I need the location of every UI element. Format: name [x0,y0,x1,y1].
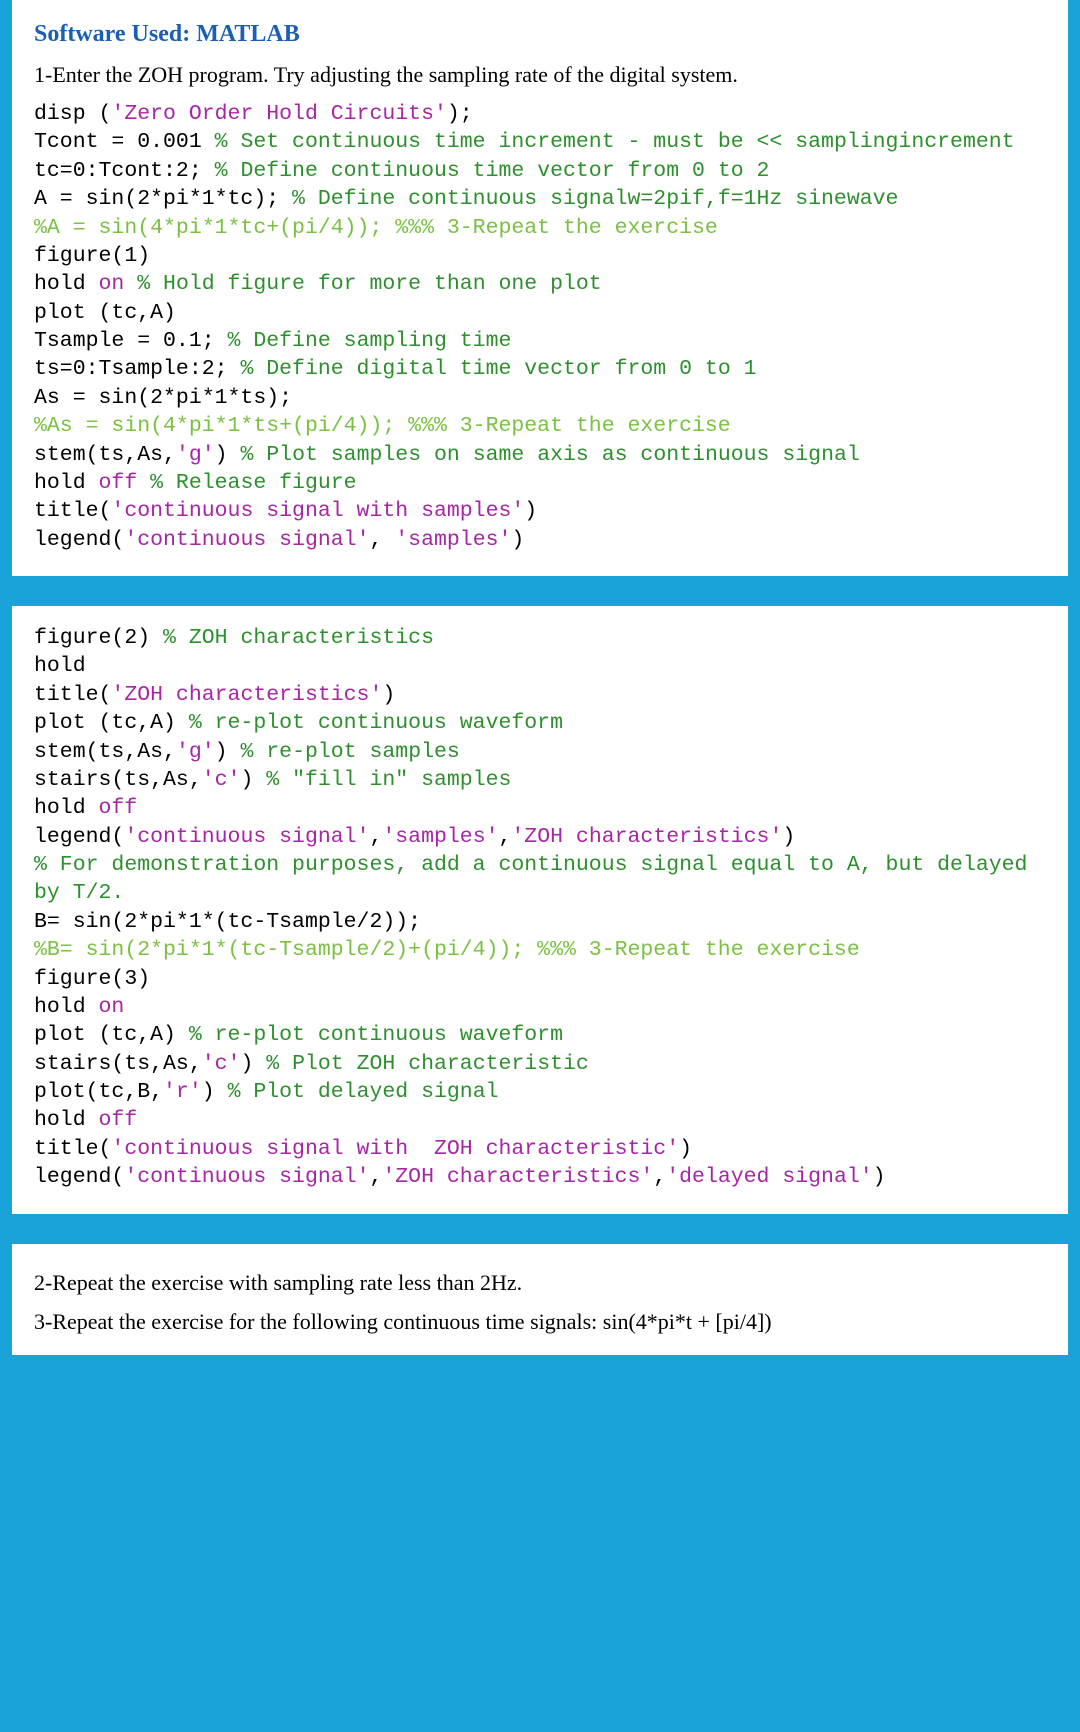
code-token: ) [524,499,537,523]
code-keyword: off [99,1108,138,1132]
code-token: hold [34,995,99,1019]
code-token: plot (tc,A) [34,1023,189,1047]
code-token: disp ( [34,102,111,126]
code-token: hold [34,796,99,820]
code-string: 'r' [163,1080,202,1104]
code-string: 'continuous signal' [124,1165,369,1189]
code-token: ) [240,1052,266,1076]
code-token: stairs(ts,As, [34,768,202,792]
code-token: ) [679,1137,692,1161]
code-string: 'Zero Order Hold Circuits' [111,102,446,126]
code-token: hold [34,471,99,495]
code-token: ) [202,1080,228,1104]
panel-questions: 2-Repeat the exercise with sampling rate… [12,1244,1068,1355]
code-token: stairs(ts,As, [34,1052,202,1076]
code-string: 'g' [176,740,215,764]
question-2: 2-Repeat the exercise with sampling rate… [34,1268,1046,1298]
code-string: 'delayed signal' [666,1165,872,1189]
code-comment: % Plot samples on same axis as continuou… [240,443,859,467]
code-string: 'continuous signal with ZOH characterist… [111,1137,679,1161]
code-comment: % Hold figure for more than one plot [137,272,601,296]
heading-software-used: Software Used: MATLAB [34,18,1046,50]
code-token: plot (tc,A) [34,711,189,735]
code-token: B= sin(2*pi*1*(tc-Tsample/2)); [34,910,421,934]
code-string: 'ZOH characteristics' [511,825,782,849]
code-token: plot(tc,B, [34,1080,163,1104]
code-keyword: on [99,272,138,296]
code-comment: % For demonstration purposes, add a cont… [34,853,1040,905]
code-keyword: off [99,471,151,495]
code-token: tc=0:Tcont:2; [34,159,215,183]
panel-code-2: figure(2) % ZOH characteristics hold tit… [12,606,1068,1214]
code-token: ) [511,528,524,552]
code-token: title( [34,1137,111,1161]
code-token: ); [447,102,473,126]
code-token: legend( [34,528,124,552]
code-token: stem(ts,As, [34,443,176,467]
code-comment: % Define continuous signalw=2pif,f=1Hz s… [292,187,898,211]
code-token: ) [382,683,395,707]
code-token: hold [34,654,86,678]
code-token: stem(ts,As, [34,740,176,764]
code-comment-alt: %A = sin(4*pi*1*tc+(pi/4)); %%% 3-Repeat… [34,216,718,240]
code-string: 'g' [176,443,215,467]
code-token: , [369,1165,382,1189]
code-comment: % Define digital time vector from 0 to 1 [240,357,756,381]
panel-intro: Software Used: MATLAB 1-Enter the ZOH pr… [12,0,1068,576]
code-comment: % "fill in" samples [266,768,511,792]
code-token: Tcont = 0.001 [34,130,215,154]
code-token: plot (tc,A) [34,301,176,325]
instruction-1: 1-Enter the ZOH program. Try adjusting t… [34,60,1046,90]
code-string: 'ZOH characteristics' [382,1165,653,1189]
question-3: 3-Repeat the exercise for the following … [34,1307,1046,1337]
code-keyword: on [99,995,125,1019]
code-token: hold [34,1108,99,1132]
code-comment: % Release figure [150,471,356,495]
code-keyword: off [99,796,138,820]
code-comment: % re-plot continuous waveform [189,711,563,735]
code-comment: % re-plot samples [240,740,459,764]
code-token: , [369,528,395,552]
code-token: title( [34,499,111,523]
code-token: ) [873,1165,886,1189]
code-comment: % Define sampling time [228,329,512,353]
code-comment-alt: %As = sin(4*pi*1*ts+(pi/4)); %%% 3-Repea… [34,414,731,438]
code-string: 'samples' [382,825,498,849]
code-string: 'continuous signal' [124,825,369,849]
code-token: title( [34,683,111,707]
code-string: 'continuous signal with samples' [111,499,524,523]
code-token: legend( [34,1165,124,1189]
code-block-1: disp ('Zero Order Hold Circuits'); Tcont… [34,100,1046,554]
code-token: ) [215,443,241,467]
code-token: figure(1) [34,244,150,268]
code-comment: % re-plot continuous waveform [189,1023,563,1047]
code-block-2: figure(2) % ZOH characteristics hold tit… [34,624,1046,1192]
code-token: figure(3) [34,967,150,991]
code-token: , [369,825,382,849]
code-comment: % Set continuous time increment - must b… [215,130,1015,154]
code-comment: % Plot ZOH characteristic [266,1052,589,1076]
code-token: ) [782,825,795,849]
code-string: 'samples' [395,528,511,552]
code-comment: % ZOH characteristics [163,626,434,650]
code-token: ) [240,768,266,792]
code-token: Tsample = 0.1; [34,329,228,353]
code-token: As = sin(2*pi*1*ts); [34,386,292,410]
code-token: legend( [34,825,124,849]
code-string: 'c' [202,1052,241,1076]
code-token: hold [34,272,99,296]
code-token: , [653,1165,666,1189]
code-comment-alt: %B= sin(2*pi*1*(tc-Tsample/2)+(pi/4)); %… [34,938,860,962]
code-string: 'continuous signal' [124,528,369,552]
code-token: ) [215,740,241,764]
code-comment: % Define continuous time vector from 0 t… [215,159,770,183]
code-token: A = sin(2*pi*1*tc); [34,187,292,211]
code-token: ts=0:Tsample:2; [34,357,240,381]
code-token: , [499,825,512,849]
code-string: 'c' [202,768,241,792]
code-comment: % Plot delayed signal [228,1080,499,1104]
code-string: 'ZOH characteristics' [111,683,382,707]
code-token: figure(2) [34,626,163,650]
